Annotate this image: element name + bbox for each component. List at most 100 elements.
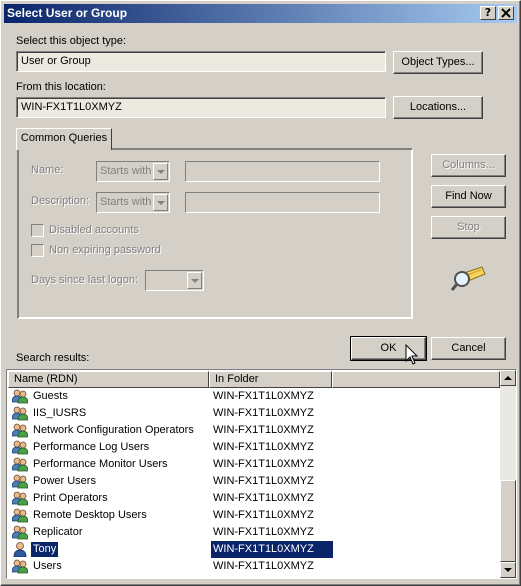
columns-button[interactable]: Columns... [431, 154, 506, 177]
row-name: Performance Monitor Users [33, 458, 168, 470]
search-results-list[interactable]: Name (RDN) In Folder Guests WIN-FX1T1L0XM… [6, 369, 517, 579]
chevron-down-icon [153, 163, 168, 180]
row-folder: WIN-FX1T1L0XMYZ [213, 526, 314, 538]
disabled-accounts-checkbox[interactable] [31, 224, 44, 237]
row-folder: WIN-FX1T1L0XMYZ [213, 475, 314, 487]
row-name: Replicator [33, 526, 83, 538]
name-input[interactable] [185, 161, 380, 182]
location-field: WIN-FX1T1L0XMYZ [16, 97, 386, 118]
row-name: Tony [31, 542, 59, 557]
row-name: Print Operators [33, 492, 108, 504]
disabled-accounts-label: Disabled accounts [49, 224, 139, 236]
row-name-cell: IIS_IUSRS [11, 405, 88, 422]
close-button[interactable] [498, 6, 514, 20]
stop-button[interactable]: Stop [431, 216, 506, 239]
location-label: From this location: [16, 81, 106, 93]
group-icon [11, 559, 29, 574]
search-results-label: Search results: [16, 352, 90, 364]
group-icon [11, 474, 29, 489]
row-name-cell: Network Configuration Operators [11, 422, 196, 439]
row-name-cell: Power Users [11, 473, 98, 490]
table-row[interactable]: Print Operators WIN-FX1T1L0XMYZ [8, 490, 500, 507]
row-folder: WIN-FX1T1L0XMYZ [213, 424, 314, 436]
close-icon [501, 8, 511, 18]
group-icon [11, 525, 29, 540]
table-row[interactable]: Guests WIN-FX1T1L0XMYZ [8, 388, 500, 405]
name-mode-select[interactable]: Starts with [96, 161, 170, 182]
user-icon [12, 542, 28, 558]
results-rows: Guests WIN-FX1T1L0XMYZ IIS_IUSRS WIN-FX1T1L… [8, 388, 500, 575]
row-name: IIS_IUSRS [33, 407, 87, 419]
scroll-thumb[interactable] [500, 480, 516, 562]
description-input[interactable] [185, 192, 380, 213]
object-types-button[interactable]: Object Types... [393, 51, 483, 74]
row-name-cell: Users [11, 558, 64, 575]
description-mode-value: Starts with [100, 196, 152, 208]
table-row[interactable]: Users WIN-FX1T1L0XMYZ [8, 558, 500, 575]
cancel-button[interactable]: Cancel [431, 337, 506, 360]
locations-button[interactable]: Locations... [393, 96, 483, 119]
description-mode-select[interactable]: Starts with [96, 192, 170, 213]
find-now-button[interactable]: Find Now [431, 185, 506, 208]
object-type-field: User or Group [16, 51, 386, 72]
table-row[interactable]: Power Users WIN-FX1T1L0XMYZ [8, 473, 500, 490]
row-name: Network Configuration Operators [33, 424, 194, 436]
row-name: Power Users [33, 475, 96, 487]
search-icon [450, 266, 486, 291]
group-icon [11, 423, 29, 438]
chevron-down-icon [187, 272, 202, 289]
row-name-cell: Guests [11, 388, 70, 405]
row-name: Users [33, 560, 62, 572]
table-row[interactable]: Remote Desktop Users WIN-FX1T1L0XMYZ [8, 507, 500, 524]
column-header-empty [332, 371, 500, 388]
row-name: Performance Log Users [33, 441, 150, 453]
non-expiring-password-label: Non expiring password [49, 244, 161, 256]
table-row[interactable]: Tony WIN-FX1T1L0XMYZ [8, 541, 500, 558]
group-icon [11, 440, 29, 455]
group-icon [11, 389, 29, 404]
row-folder: WIN-FX1T1L0XMYZ [211, 541, 333, 558]
row-folder: WIN-FX1T1L0XMYZ [213, 509, 314, 521]
row-name-cell: Replicator [11, 524, 85, 541]
row-name-cell: Tony [12, 541, 59, 558]
title-bar[interactable]: Select User or Group ? [4, 4, 517, 23]
table-row[interactable]: Network Configuration Operators WIN-FX1T1… [8, 422, 500, 439]
tab-common-queries[interactable]: Common Queries [16, 128, 112, 150]
non-expiring-password-checkbox[interactable] [31, 244, 44, 257]
table-row[interactable]: Performance Log Users WIN-FX1T1L0XMYZ [8, 439, 500, 456]
group-icon [11, 491, 29, 506]
scroll-up-arrow-icon[interactable] [500, 370, 516, 386]
row-name-cell: Performance Log Users [11, 439, 151, 456]
help-button[interactable]: ? [480, 6, 496, 20]
row-name: Guests [33, 390, 68, 402]
table-row[interactable]: IIS_IUSRS WIN-FX1T1L0XMYZ [8, 405, 500, 422]
column-header-folder[interactable]: In Folder [209, 371, 332, 388]
description-label: Description: [31, 195, 90, 207]
row-folder: WIN-FX1T1L0XMYZ [213, 458, 314, 470]
row-name-cell: Performance Monitor Users [11, 456, 170, 473]
row-name-cell: Print Operators [11, 490, 110, 507]
chevron-down-icon [153, 194, 168, 211]
row-folder: WIN-FX1T1L0XMYZ [213, 492, 314, 504]
row-folder: WIN-FX1T1L0XMYZ [213, 407, 314, 419]
group-icon [11, 457, 29, 472]
mouse-cursor-icon [405, 344, 419, 365]
window-title: Select User or Group [7, 6, 128, 20]
row-folder: WIN-FX1T1L0XMYZ [213, 560, 314, 572]
row-name: Remote Desktop Users [33, 509, 147, 521]
table-row[interactable]: Performance Monitor Users WIN-FX1T1L0XMYZ [8, 456, 500, 473]
days-since-logon-select[interactable] [145, 270, 204, 291]
select-user-or-group-dialog: Select User or Group ? Select this objec… [0, 0, 521, 586]
row-name-cell: Remote Desktop Users [11, 507, 149, 524]
group-icon [11, 508, 29, 523]
vertical-scrollbar[interactable] [500, 370, 516, 578]
column-header-name[interactable]: Name (RDN) [8, 371, 209, 388]
row-folder: WIN-FX1T1L0XMYZ [213, 441, 314, 453]
results-header: Name (RDN) In Folder [8, 371, 500, 388]
name-mode-value: Starts with [100, 165, 152, 177]
table-row[interactable]: Replicator WIN-FX1T1L0XMYZ [8, 524, 500, 541]
row-folder: WIN-FX1T1L0XMYZ [213, 390, 314, 402]
object-type-label: Select this object type: [16, 35, 127, 47]
scroll-down-arrow-icon[interactable] [500, 562, 516, 578]
name-label: Name: [31, 164, 64, 176]
